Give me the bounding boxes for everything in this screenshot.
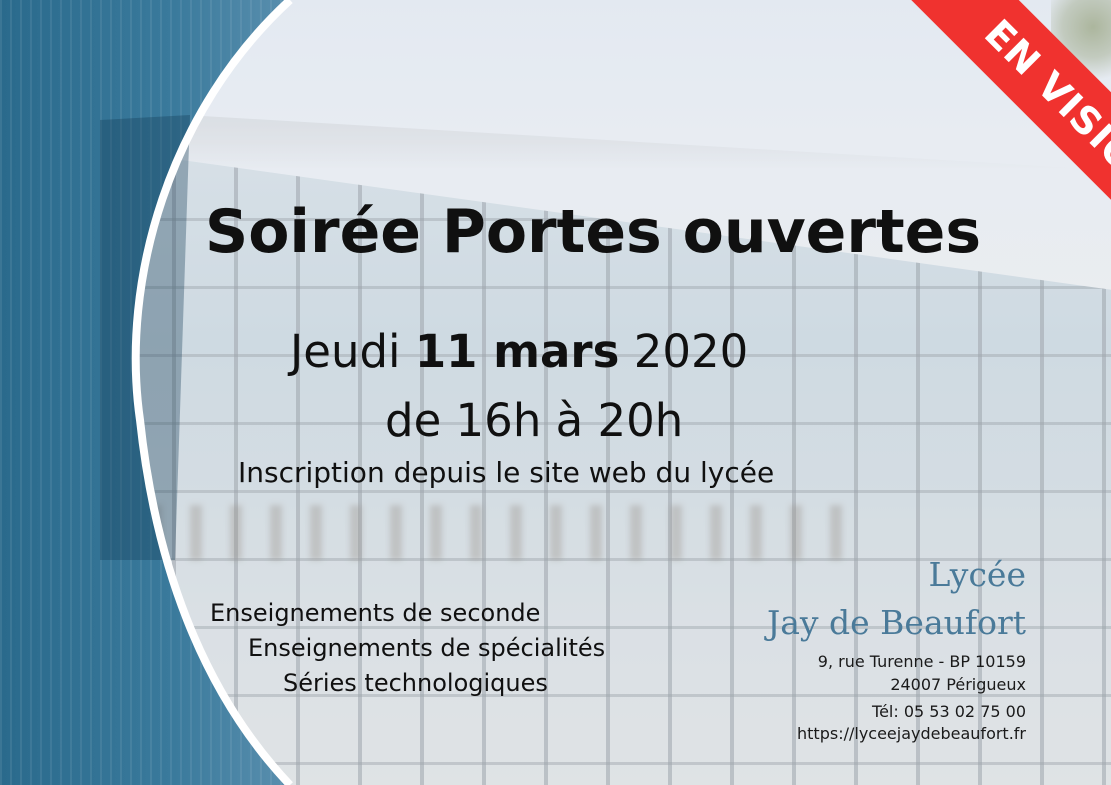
event-title: Soirée Portes ouvertes [205, 197, 982, 267]
phone-number: Tél: 05 53 02 75 00 [872, 702, 1026, 721]
address-city: 24007 Périgueux [890, 675, 1026, 694]
registration-note: Inscription depuis le site web du lycée [238, 456, 775, 489]
date-prefix: Jeudi [290, 325, 415, 378]
website-link[interactable]: https://lyceejaydebeaufort.fr [797, 724, 1026, 743]
date-year: 2020 [619, 325, 749, 378]
school-name-line2: Jay de Beaufort [766, 603, 1026, 642]
offer-item: Enseignements de spécialités [248, 634, 606, 662]
event-hours: de 16h à 20h [385, 394, 684, 447]
school-name-line1: Lycée [928, 555, 1026, 594]
date-day-month: 11 mars [414, 325, 620, 378]
event-date: Jeudi 11 mars 2020 [0, 325, 1111, 378]
offer-item: Séries technologiques [283, 669, 548, 697]
offer-item: Enseignements de seconde [210, 599, 541, 627]
address-street: 9, rue Turenne - BP 10159 [817, 652, 1026, 671]
